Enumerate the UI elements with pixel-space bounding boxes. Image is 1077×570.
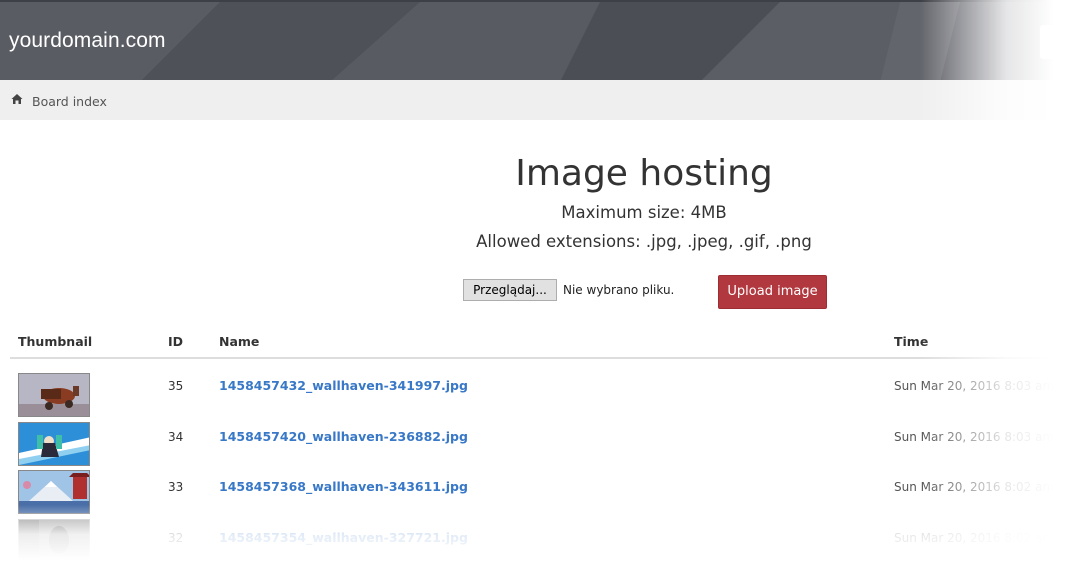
column-header-thumbnail: Thumbnail [18,334,93,349]
site-brand[interactable]: yourdomain.com [9,29,166,53]
browse-file-button[interactable]: Przeglądaj... [463,279,557,301]
row-id: 34 [168,430,184,444]
column-header-id: ID [168,334,184,349]
file-status-text: Nie wybrano pliku. [563,283,675,297]
table-row: 32 1458457354_wallhaven-327721.jpg Sun M… [0,519,1077,569]
row-time: Sun Mar 20, 2016 8:02 am [894,480,1055,494]
thumbnail-image[interactable] [18,519,90,563]
upload-image-button[interactable]: Upload image [718,275,827,309]
image-name-link[interactable]: 1458457420_wallhaven-236882.jpg [219,429,468,444]
row-time: Sun Mar 20, 2016 8:03 am [894,379,1055,393]
image-name-link[interactable]: 1458457354_wallhaven-327721.jpg [219,530,468,545]
home-icon[interactable] [11,93,23,105]
max-size-text: Maximum size: 4MB [561,203,727,222]
column-header-name: Name [219,334,260,349]
thumbnail-image[interactable] [18,373,90,417]
image-name-link[interactable]: 1458457432_wallhaven-341997.jpg [219,378,468,393]
breadcrumb [0,80,1077,120]
header-menu-button[interactable] [1040,25,1070,59]
row-id: 32 [168,531,184,545]
row-id: 33 [168,480,184,494]
page-title: Image hosting [515,153,773,194]
thumbnail-image[interactable] [18,470,90,514]
row-time: Sun Mar 20, 2016 8:03 am [894,430,1055,444]
thumbnail-image[interactable] [18,422,90,466]
allowed-extensions-text: Allowed extensions: .jpg, .jpeg, .gif, .… [476,232,812,251]
image-name-link[interactable]: 1458457368_wallhaven-343611.jpg [219,479,468,494]
breadcrumb-board-index[interactable]: Board index [32,94,107,109]
table-row: 35 1458457432_wallhaven-341997.jpg Sun M… [0,370,1077,420]
row-time: Sun Mar 20, 2016 8:02 am [894,531,1055,545]
table-row: 34 1458457420_wallhaven-236882.jpg Sun M… [0,420,1077,470]
column-header-time: Time [894,334,929,349]
table-row: 33 1458457368_wallhaven-343611.jpg Sun M… [0,469,1077,519]
table-header-divider [10,357,1047,359]
row-id: 35 [168,379,184,393]
